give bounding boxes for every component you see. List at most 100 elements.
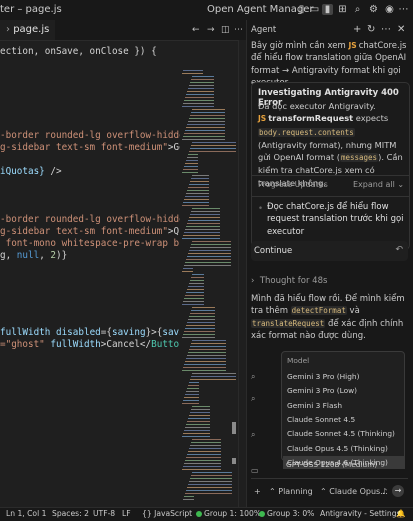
minimap-line (182, 73, 203, 74)
code-line: fullWidth disabled={saving}>{saving ? "S… (0, 327, 180, 339)
chat-input-bar[interactable]: + ⌃ Planning ⌃ Claude Opus... ♪ → (251, 478, 408, 505)
planning-mode-select[interactable]: ⌃ Planning (269, 487, 313, 496)
model-option[interactable]: Gemini 3 Pro (Low) (283, 384, 405, 397)
model-option[interactable]: Claude Opus 4.5 (Thinking) (283, 442, 405, 455)
minimap-line (187, 355, 226, 356)
minimap-line (187, 157, 198, 158)
editor-tab-bar: › page.js ← → ◫ ⋯ (0, 20, 246, 41)
more-icon[interactable]: ⋯ (398, 4, 409, 15)
send-button[interactable]: → (392, 485, 404, 497)
account-icon[interactable]: ◉ (384, 4, 395, 15)
undo-icon[interactable]: ↶ (395, 245, 403, 255)
minimap-line (191, 475, 232, 476)
minimap-line (186, 259, 231, 260)
continue-button[interactable]: Continue ↶ (251, 241, 408, 261)
minimap-line (189, 118, 225, 119)
editor-tab-page-js[interactable]: › page.js (0, 20, 56, 40)
group-1-status[interactable]: Group 1: 100% (196, 509, 261, 518)
task-line1: Đã đọc executor Antigravity. (258, 101, 376, 111)
thought-toggle[interactable]: › Thought for 48s (251, 276, 327, 286)
minimap-line (185, 97, 214, 98)
code-token: ="ghost" (0, 339, 51, 350)
mic-icon[interactable]: ♪ (382, 487, 387, 496)
js-file-icon: JS (348, 41, 357, 50)
indentation[interactable]: Spaces: 2 (52, 509, 89, 518)
model-select[interactable]: ⌃ Claude Opus... (320, 487, 388, 496)
antigravity-settings[interactable]: Antigravity - Settings (320, 509, 400, 518)
model-option[interactable]: Claude Sonnet 4.5 (Thinking) (283, 427, 405, 440)
minimap-line (184, 166, 198, 167)
minimap-line (184, 331, 215, 332)
search-icon: ⌕ (251, 394, 256, 403)
encoding[interactable]: UTF-8 (93, 509, 115, 518)
minimap-line (183, 301, 204, 302)
minimap-line (186, 292, 204, 293)
more-actions-icon[interactable]: ⋯ (234, 25, 243, 35)
minimap-line (191, 442, 221, 443)
bell-icon[interactable]: 🔔 (396, 509, 405, 518)
editor-scrollbar[interactable] (238, 40, 246, 507)
model-dropdown[interactable]: Model Gemini 3 Pro (High) Gemini 3 Pro (L… (281, 351, 405, 469)
minimap-line (185, 262, 231, 263)
minimap-line (186, 358, 226, 359)
cursor-position[interactable]: Ln 1, Col 1 (6, 509, 46, 518)
search-icon: ⌕ (251, 372, 256, 381)
minimap-line (190, 82, 214, 83)
minimap-line (183, 103, 214, 104)
model-option[interactable]: Gemini 3 Pro (High) (283, 370, 405, 383)
code-token: g, (0, 250, 17, 261)
code-line: g, null, 2)} (0, 250, 67, 262)
code-line: ection, onSave, onClose }) { (0, 46, 157, 58)
minimap-line (182, 205, 209, 206)
minimap-line (187, 124, 225, 125)
task-file-link[interactable]: transformRequest (268, 113, 353, 123)
search-icon[interactable]: ⌕ (352, 4, 363, 15)
code-editor[interactable]: ection, onSave, onClose }) {-border roun… (0, 40, 180, 507)
minimap-line (190, 214, 220, 215)
group-1-label: Group 1: 100% (204, 509, 262, 518)
minimap-line (192, 340, 226, 341)
plus-icon[interactable]: + (353, 24, 361, 35)
minimap-line (185, 196, 209, 197)
minimap-line (188, 451, 221, 452)
expand-all-button[interactable]: Expand all ⌄ (353, 180, 404, 189)
language-mode[interactable]: {} JavaScript (142, 509, 192, 518)
close-icon[interactable]: ✕ (397, 24, 405, 35)
arrow-left-icon[interactable]: ← (192, 25, 200, 35)
model-option[interactable]: Claude Sonnet 4.5 (283, 413, 405, 426)
group-3-status[interactable]: Group 3: 0% (259, 509, 314, 518)
settings-icon[interactable]: ⚙ (368, 4, 379, 15)
progress-updates: Progress Updates Expand all ⌄ • Đọc chat… (252, 175, 409, 250)
more-icon[interactable]: ⋯ (381, 24, 391, 35)
minimap-line (182, 106, 214, 107)
layout-left-icon[interactable]: ▯ (296, 4, 307, 15)
minimap-line (184, 364, 226, 365)
window-title: ter – page.js (0, 4, 62, 15)
split-editor-icon[interactable]: ◫ (221, 25, 230, 35)
minimap-line (190, 412, 210, 413)
minimap-line (186, 94, 214, 95)
intro-file-link[interactable]: chatCore.js (359, 41, 407, 51)
plus-icon[interactable]: + (254, 487, 261, 496)
minimap-line (192, 76, 214, 77)
arrow-right-icon[interactable]: → (207, 25, 215, 35)
line-ending[interactable]: LF (122, 509, 131, 518)
minimap-line (187, 223, 220, 224)
code-token: g-sidebar text-sm font-medium" (0, 142, 168, 153)
minimap-line (192, 406, 210, 407)
minimap-line (190, 379, 236, 380)
minimap-line (183, 169, 198, 170)
model-option-gpt[interactable]: GPT-OSS 120B (Medium) (281, 458, 403, 472)
search-icon: ⌕ (251, 430, 256, 439)
history-icon[interactable]: ↻ (367, 24, 375, 35)
agent-title: Agent (251, 25, 277, 35)
minimap-line (184, 133, 225, 134)
model-option[interactable]: Gemini 3 Flash (283, 399, 405, 412)
layout-right-icon[interactable]: ▮ (322, 4, 333, 15)
layout-center-icon[interactable]: ▭ (309, 4, 320, 15)
progress-label: Progress Updates (258, 180, 328, 189)
minimap[interactable] (180, 40, 238, 507)
extensions-icon[interactable]: ⊞ (337, 4, 348, 15)
model-label: Claude Opus... (329, 487, 388, 496)
minimap-line (192, 208, 220, 209)
